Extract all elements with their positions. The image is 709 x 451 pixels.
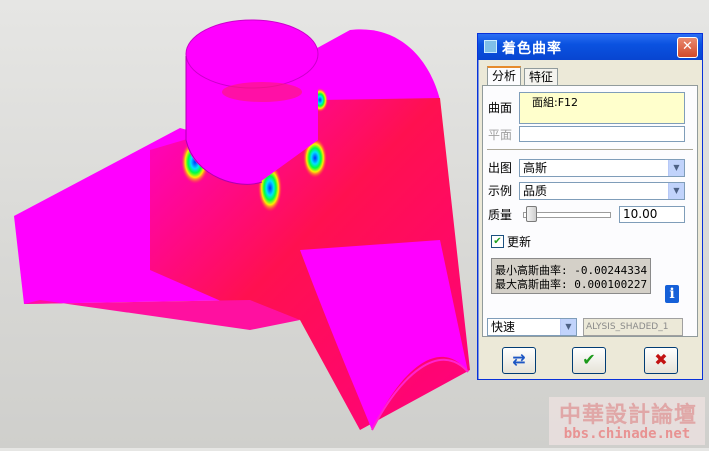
result-name-field[interactable]: ALYSIS_SHADED_1 bbox=[583, 318, 683, 336]
x-icon: ✖ bbox=[654, 350, 668, 369]
update-checkbox[interactable]: ✔ bbox=[491, 235, 504, 248]
chevron-down-icon[interactable]: ▼ bbox=[668, 183, 684, 199]
max-curvature-text: 最大高斯曲率: 0.000100227 bbox=[495, 278, 648, 291]
separator bbox=[487, 149, 693, 150]
repaint-button[interactable]: ⇄ bbox=[502, 347, 536, 374]
watermark: 中華設計論壇 bbs.chinade.net bbox=[549, 397, 705, 445]
analysis-panel: 曲面 面組:F12 平面 出图 高斯 ▼ 示例 品质 ▼ 质量 10.00 ✔ … bbox=[482, 85, 698, 337]
output-select[interactable]: 高斯 ▼ bbox=[519, 159, 685, 177]
cancel-button[interactable]: ✖ bbox=[644, 347, 678, 374]
dialog-title: 着色曲率 bbox=[502, 41, 562, 57]
dialog-titlebar[interactable]: 着色曲率 ✕ bbox=[478, 34, 702, 60]
tab-analysis[interactable]: 分析 bbox=[487, 66, 522, 87]
quality-slider-thumb[interactable] bbox=[526, 206, 537, 222]
repaint-icon: ⇄ bbox=[512, 350, 526, 369]
mode-select[interactable]: 快速 ▼ bbox=[487, 318, 577, 336]
quality-input[interactable]: 10.00 bbox=[619, 206, 685, 223]
surface-field[interactable]: 面組:F12 bbox=[519, 92, 685, 124]
chevron-down-icon[interactable]: ▼ bbox=[668, 160, 684, 176]
check-icon: ✔ bbox=[582, 350, 596, 369]
quality-label: 质量 bbox=[488, 208, 513, 222]
watermark-url: bbs.chinade.net bbox=[563, 426, 691, 442]
example-label: 示例 bbox=[488, 184, 513, 198]
update-label: 更新 bbox=[507, 235, 532, 249]
quality-value: 10.00 bbox=[623, 207, 658, 221]
surface-value: 面組:F12 bbox=[532, 96, 579, 109]
window-icon bbox=[484, 40, 497, 53]
plane-label: 平面 bbox=[488, 128, 513, 142]
curvature-info-box: 最小高斯曲率: -0.00244334 最大高斯曲率: 0.000100227 bbox=[491, 258, 651, 294]
plane-field[interactable] bbox=[519, 126, 685, 142]
example-select[interactable]: 品质 ▼ bbox=[519, 182, 685, 200]
output-value: 高斯 bbox=[523, 161, 548, 175]
example-value: 品质 bbox=[523, 184, 548, 198]
shaded-curvature-dialog: 着色曲率 ✕ 分析 特征 曲面 面組:F12 平面 出图 高斯 ▼ 示例 品质 … bbox=[477, 33, 703, 380]
info-icon[interactable]: i bbox=[665, 285, 679, 303]
output-label: 出图 bbox=[488, 161, 513, 175]
close-button[interactable]: ✕ bbox=[677, 37, 698, 58]
watermark-title: 中華設計論壇 bbox=[558, 402, 697, 428]
chevron-down-icon[interactable]: ▼ bbox=[560, 319, 576, 335]
mode-value: 快速 bbox=[491, 320, 516, 334]
tab-feature[interactable]: 特征 bbox=[524, 68, 559, 85]
ok-button[interactable]: ✔ bbox=[572, 347, 606, 374]
surface-label: 曲面 bbox=[488, 101, 513, 115]
